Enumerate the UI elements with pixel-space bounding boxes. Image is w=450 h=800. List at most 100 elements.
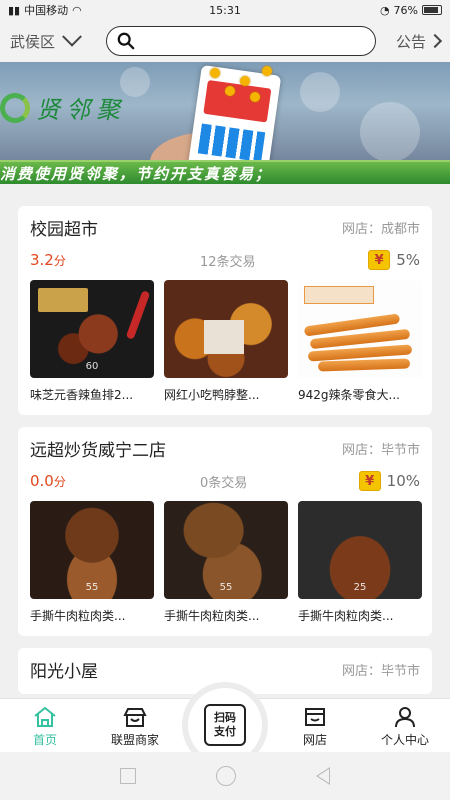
search-icon: [117, 32, 135, 50]
scan-pay-label-line2: 支付: [214, 725, 236, 738]
product-image: 25: [298, 501, 422, 599]
phone-screen-grid: [197, 123, 266, 163]
back-button[interactable]: [316, 767, 330, 785]
nav-shop-label: 网店: [302, 733, 327, 747]
product-image: 55: [30, 501, 154, 599]
user-icon: [395, 707, 415, 728]
product-item[interactable]: 25 手撕牛肉粒肉类...: [298, 501, 422, 624]
product-item[interactable]: 55 手撕牛肉粒肉类...: [164, 501, 288, 624]
product-row: 55 手撕牛肉粒肉类... 55 手撕牛肉粒肉类... 25 手撕牛肉粒肉类..…: [30, 501, 422, 624]
system-nav-bar: [0, 752, 450, 800]
store-list[interactable]: 校园超市 网店：成都市 3.2分 12条交易 ¥ 5% 60 味芝元香辣鱼排2.…: [0, 206, 450, 698]
carrier-label: 中国移动: [24, 4, 69, 17]
shop-icon: [305, 708, 325, 726]
status-bar: ▮▮ 中国移动 ◠ 15:31 ◔ 76%: [0, 0, 450, 20]
product-name: 手撕牛肉粒肉类...: [164, 609, 260, 623]
score-unit: 分: [53, 475, 66, 489]
chevron-right-icon: [427, 33, 443, 49]
product-name: 网红小吃鸭脖整...: [164, 388, 260, 402]
search-input[interactable]: [106, 26, 376, 56]
phone-screen-red: [203, 79, 272, 123]
score-value: 3.2: [30, 251, 54, 269]
notice-label: 公告: [395, 32, 426, 51]
rate-value: 10%: [386, 472, 420, 490]
product-image: 55: [164, 501, 288, 599]
store-name: 校园超市: [30, 219, 98, 240]
shop-sign-graphic: [318, 505, 416, 523]
product-name: 942g辣条零食大...: [298, 388, 400, 402]
coin-icon: [250, 92, 260, 102]
recent-apps-button[interactable]: [120, 768, 136, 784]
product-name: 手撕牛肉粒肉类...: [30, 609, 126, 623]
trade-count: 0条交易: [200, 475, 248, 491]
store-score: 0.0分: [30, 472, 120, 490]
scan-pay-label-line1: 扫码: [214, 711, 236, 724]
store-score: 3.2分: [30, 251, 120, 269]
product-image: [298, 280, 422, 378]
signal-icon: ▮▮: [8, 3, 21, 17]
chili-graphic: [125, 290, 151, 340]
home-system-button[interactable]: [216, 766, 236, 786]
store-location: 网店：成都市: [341, 221, 420, 237]
promo-banner[interactable]: 贤邻聚 消费使用贤邻聚，节约开支真容易；: [0, 62, 450, 184]
battery-percent: 76%: [393, 3, 418, 17]
nav-shop[interactable]: 网店: [275, 705, 355, 748]
nav-profile[interactable]: 个人中心: [365, 705, 445, 748]
coupon-icon: ¥: [368, 250, 391, 270]
product-row: 60 味芝元香辣鱼排2... 网红小吃鸭脖整... 942g辣条零食大...: [30, 280, 422, 403]
product-image-tag: 60: [85, 361, 99, 372]
store-name: 阳光小屋: [30, 661, 98, 682]
home-icon: [34, 706, 56, 727]
coin-icon: [262, 66, 272, 76]
product-item[interactable]: 60 味芝元香辣鱼排2...: [30, 280, 154, 403]
status-left: ▮▮ 中国移动 ◠: [8, 2, 82, 18]
nav-profile-label: 个人中心: [380, 733, 429, 747]
store-location: 网店：毕节市: [341, 442, 420, 458]
notice-link[interactable]: 公告: [386, 31, 443, 52]
chevron-down-icon: [62, 26, 82, 47]
store-bag-icon: [123, 708, 147, 727]
alarm-icon: ◔: [379, 3, 390, 17]
brand-logo: 贤邻聚: [0, 90, 126, 125]
score-unit: 分: [53, 254, 66, 268]
district-label: 武侯区: [10, 32, 56, 51]
district-selector[interactable]: 武侯区: [10, 26, 96, 52]
status-right: ◔ 76%: [380, 4, 442, 17]
nav-home[interactable]: 首页: [5, 705, 85, 748]
spicy-strip-graphic: [317, 358, 411, 372]
coupon-icon: ¥: [358, 471, 381, 491]
product-label-graphic: [304, 286, 374, 304]
scan-pay-icon: 扫码 支付: [204, 704, 246, 746]
coin-icon: [225, 86, 235, 96]
product-image: [164, 280, 288, 378]
discount-rate: ¥ 5%: [368, 250, 420, 270]
banner-ticker: 消费使用贤邻聚，节约开支真容易；: [0, 160, 450, 184]
store-location: 网店：毕节市: [341, 663, 420, 679]
product-item[interactable]: 55 手撕牛肉粒肉类...: [30, 501, 154, 624]
nav-alliance-label: 联盟商家: [110, 733, 159, 747]
product-item[interactable]: 942g辣条零食大...: [298, 280, 422, 403]
store-name: 远超炒货威宁二店: [30, 440, 166, 461]
logo-mark-icon: [0, 92, 30, 123]
product-image-tag: 25: [353, 582, 367, 593]
product-name: 手撕牛肉粒肉类...: [298, 609, 394, 623]
product-image: 60: [30, 280, 154, 378]
scan-pay-button[interactable]: 扫码 支付: [188, 688, 262, 762]
coin-icon: [240, 76, 250, 86]
store-card[interactable]: 校园超市 网店：成都市 3.2分 12条交易 ¥ 5% 60 味芝元香辣鱼排2.…: [18, 206, 432, 415]
product-image-tag: 55: [85, 582, 99, 593]
product-label-graphic: [38, 288, 88, 312]
nav-home-label: 首页: [32, 733, 57, 747]
store-card[interactable]: 远超炒货威宁二店 网店：毕节市 0.0分 0条交易 ¥ 10% 55 手撕牛肉粒…: [18, 427, 432, 636]
discount-rate: ¥ 10%: [358, 471, 420, 491]
product-item[interactable]: 网红小吃鸭脖整...: [164, 280, 288, 403]
product-image-tag: 55: [219, 582, 233, 593]
package-graphic: [204, 320, 244, 354]
battery-icon: [422, 5, 442, 15]
nav-alliance[interactable]: 联盟商家: [95, 705, 175, 748]
trade-count: 12条交易: [200, 254, 256, 270]
score-value: 0.0: [30, 472, 54, 490]
bokeh-light: [300, 72, 340, 112]
logo-text: 贤邻聚: [36, 96, 126, 124]
wifi-icon: ◠: [72, 3, 82, 17]
